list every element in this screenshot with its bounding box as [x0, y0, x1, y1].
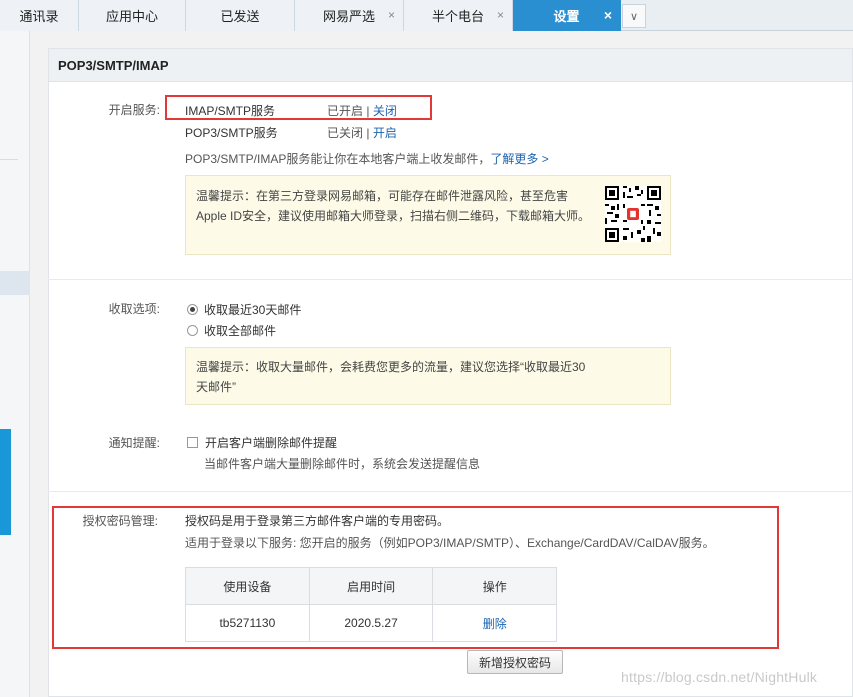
traffic-tip-line1: 温馨提示：收取大量邮件，会耗费您更多的流量，建议您选择“收取最近30 [196, 360, 586, 374]
pop3-service-status: 已关闭 [327, 126, 364, 140]
traffic-tip-box: 温馨提示：收取大量邮件，会耗费您更多的流量，建议您选择“收取最近30 天邮件” [185, 347, 671, 405]
receive-30-days-radio[interactable]: 收取最近30天邮件 [187, 301, 301, 318]
notify-subtext: 当邮件客户端大量删除邮件时，系统会发送提醒信息 [204, 457, 481, 471]
imap-disable-link[interactable]: 关闭 [373, 104, 397, 118]
security-tip-box: 温馨提示：在第三方登录网易邮箱，可能存在邮件泄露风险，甚至危害 Apple ID… [185, 175, 671, 255]
date-cell: 2020.5.27 [308, 604, 434, 642]
radio-label: 收取全部邮件 [204, 324, 277, 338]
delete-alert-checkbox[interactable]: 开启客户端删除邮件提醒 [187, 434, 337, 451]
tab-more-chevron-down-icon[interactable]: ∨ [622, 4, 646, 28]
column-header-date: 启用时间 [308, 567, 434, 605]
qr-code-icon [605, 186, 661, 242]
auth-code-table: 使用设备 启用时间 操作 tb5271130 2020.5.27 删除 [185, 567, 557, 642]
notify-label: 通知提醒: [108, 436, 160, 450]
imap-service-status: 已开启 [327, 104, 364, 118]
close-icon[interactable]: × [388, 8, 395, 22]
service-description: POP3/SMTP/IMAP服务能让你在本地客户端上收发邮件，了解更多 > [185, 150, 549, 167]
close-icon[interactable]: × [604, 8, 612, 22]
pop3-enable-link[interactable]: 开启 [373, 126, 397, 140]
security-tip-line2: Apple ID安全，建议使用邮箱大师登录，扫描右侧二维码，下载邮箱大师。 [196, 209, 591, 223]
tab-app-center[interactable]: 应用中心 [79, 0, 186, 31]
tab-sent[interactable]: 已发送 [186, 0, 295, 31]
watermark: https://blog.csdn.net/NightHulk [621, 669, 818, 685]
checkbox-label: 开启客户端删除邮件提醒 [205, 436, 338, 450]
tab-settings[interactable]: 设置 × [513, 0, 621, 31]
close-icon[interactable]: × [497, 8, 504, 22]
service-description-text: POP3/SMTP/IMAP服务能让你在本地客户端上收发邮件， [185, 152, 491, 166]
table-row: tb5271130 2020.5.27 删除 [185, 604, 557, 642]
radio-unchecked-icon[interactable] [187, 325, 198, 336]
services-label: 开启服务: [108, 103, 160, 117]
tab-contacts[interactable]: 通讯录 [0, 0, 79, 31]
delete-link-cell: 删除 [432, 604, 557, 642]
column-header-device: 使用设备 [185, 567, 310, 605]
tab-label: 通讯录 [19, 9, 59, 24]
security-tip-line1: 温馨提示：在第三方登录网易邮箱，可能存在邮件泄露风险，甚至危害 [196, 189, 569, 203]
auth-code-line2: 适用于登录以下服务: 您开启的服务（例如POP3/IMAP/SMTP）、Exch… [185, 536, 715, 550]
column-header-action: 操作 [432, 567, 557, 605]
tab-label: 应用中心 [105, 9, 158, 24]
panel-title: POP3/SMTP/IMAP [49, 49, 852, 82]
separator: | [366, 126, 370, 140]
radio-label: 收取最近30天邮件 [204, 303, 302, 317]
pop3-service-name: POP3/SMTP服务 [185, 126, 278, 140]
separator: | [366, 104, 370, 118]
device-cell: tb5271130 [185, 604, 310, 642]
add-auth-code-button[interactable]: 新增授权密码 [467, 650, 563, 674]
left-sidebar [0, 31, 30, 697]
auth-code-label: 授权密码管理: [82, 514, 158, 528]
section-divider [48, 279, 853, 280]
tab-label: 半个电台 [431, 9, 484, 24]
tab-label: 网易严选 [322, 9, 375, 24]
tab-label: 已发送 [220, 9, 260, 24]
sidebar-selected-item[interactable] [0, 271, 30, 295]
learn-more-link[interactable]: 了解更多 > [490, 152, 548, 166]
pop3-service-status-row: 已关闭 | 开启 [327, 124, 397, 141]
delete-link[interactable]: 删除 [483, 617, 507, 631]
tab-label: 设置 [553, 9, 580, 24]
tab-radio[interactable]: 半个电台 × [404, 0, 513, 31]
traffic-tip-line2: 天邮件” [196, 380, 236, 394]
checkbox-icon[interactable] [187, 437, 198, 448]
imap-service-name: IMAP/SMTP服务 [185, 104, 276, 118]
imap-service-status-row: 已开启 | 关闭 [327, 102, 397, 119]
tab-bar: 通讯录 应用中心 已发送 网易严选 × 半个电台 × 设置 × ∨ [0, 0, 853, 31]
receive-options-label: 收取选项: [108, 302, 160, 316]
sidebar-divider [0, 159, 18, 160]
radio-checked-icon[interactable] [187, 304, 198, 315]
section-divider [48, 491, 853, 492]
table-header-row: 使用设备 启用时间 操作 [185, 567, 557, 605]
auth-code-line1: 授权码是用于登录第三方邮件客户端的专用密码。 [185, 514, 450, 528]
sidebar-blue-tab[interactable] [0, 429, 11, 535]
receive-all-radio[interactable]: 收取全部邮件 [187, 322, 276, 339]
tab-yanxuan[interactable]: 网易严选 × [295, 0, 404, 31]
